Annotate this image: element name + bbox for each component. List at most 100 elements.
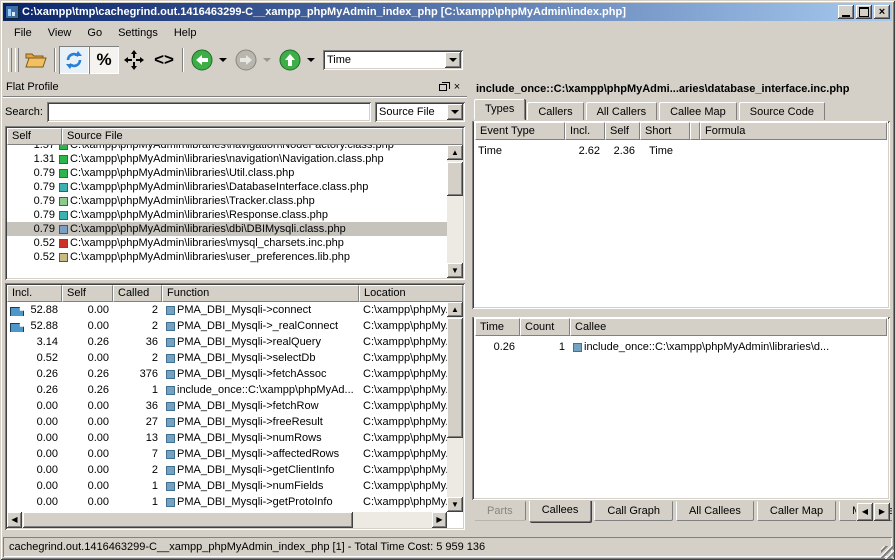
table-row[interactable]: 0.000.002PMA_DBI_Mysqli->getClientInfoC:…: [7, 462, 447, 478]
scroll-up-icon[interactable]: ▲: [447, 145, 463, 160]
table-row[interactable]: 0.000.0013PMA_DBI_Mysqli->numRowsC:\xamp…: [7, 430, 447, 446]
table-row[interactable]: 0.261include_once::C:\xampp\phpMyAdmin\l…: [474, 339, 888, 355]
horizontal-scrollbar[interactable]: ◀ ▶: [7, 512, 447, 528]
scrollbar-thumb[interactable]: [447, 318, 463, 438]
grouping-combo[interactable]: Source File: [375, 102, 465, 122]
up-button[interactable]: [275, 46, 305, 74]
resize-grip[interactable]: [881, 546, 894, 559]
column-header-function[interactable]: Function: [162, 285, 359, 302]
column-header-location[interactable]: Location: [359, 285, 463, 302]
table-row[interactable]: 0.000.0027PMA_DBI_Mysqli->freeResultC:\x…: [7, 414, 447, 430]
tab-callees[interactable]: Callees: [529, 501, 592, 522]
table-row[interactable]: 3.140.2636PMA_DBI_Mysqli->realQueryC:\xa…: [7, 334, 447, 350]
back-dropdown-icon[interactable]: [219, 58, 227, 62]
table-row[interactable]: 0.000.007PMA_DBI_Mysqli->affectedRowsC:\…: [7, 446, 447, 462]
table-row[interactable]: 1.31C:\xampp\phpMyAdmin\libraries\naviga…: [7, 152, 447, 166]
percent-toggle-button[interactable]: %: [89, 46, 119, 74]
tab-callers[interactable]: Callers: [527, 102, 583, 120]
event-type-combo[interactable]: Time: [323, 50, 463, 70]
table-row[interactable]: 0.79C:\xampp\phpMyAdmin\libraries\Tracke…: [7, 194, 447, 208]
menu-item-settings[interactable]: Settings: [111, 25, 165, 41]
column-header-spacer[interactable]: [690, 122, 700, 140]
tab-callee-map[interactable]: Callee Map: [659, 102, 737, 120]
table-row[interactable]: 0.000.001PMA_DBI_Mysqli->getProtoInfoC:\…: [7, 494, 447, 510]
table-row[interactable]: 0.52C:\xampp\phpMyAdmin\libraries\mysql_…: [7, 236, 447, 250]
dock-title-bar[interactable]: Flat Profile ×: [3, 79, 467, 95]
back-button[interactable]: [187, 46, 217, 74]
maximize-button[interactable]: [856, 5, 872, 19]
scroll-right-icon[interactable]: ▶: [432, 512, 447, 528]
table-row[interactable]: 0.000.001PMA_DBI_Mysqli->numFieldsC:\xam…: [7, 478, 447, 494]
scroll-down-icon[interactable]: ▼: [447, 263, 463, 278]
vertical-scrollbar[interactable]: ▲ ▼: [447, 145, 463, 278]
open-file-button[interactable]: [21, 46, 51, 74]
tab-scroll-right-icon[interactable]: ▶: [874, 503, 890, 521]
menu-item-file[interactable]: File: [7, 25, 39, 41]
cell-location: C:\xampp\phpMy...: [359, 368, 447, 380]
table-row[interactable]: Time2.622.36Time: [474, 143, 888, 159]
scroll-left-icon[interactable]: ◀: [7, 512, 22, 528]
tab-all-callees[interactable]: All Callees: [676, 501, 754, 521]
table-row[interactable]: 0.260.26376PMA_DBI_Mysqli->fetchAssocC:\…: [7, 366, 447, 382]
column-header-self[interactable]: Self: [62, 285, 113, 302]
column-header-short[interactable]: Short: [640, 122, 690, 140]
menu-item-view[interactable]: View: [41, 25, 79, 41]
column-header-incl[interactable]: Incl.: [7, 285, 62, 302]
table-row[interactable]: 52.880.002PMA_DBI_Mysqli->connectC:\xamp…: [7, 302, 447, 318]
table-row[interactable]: 0.79C:\xampp\phpMyAdmin\libraries\Respon…: [7, 208, 447, 222]
vertical-scrollbar[interactable]: ▲ ▼: [447, 302, 463, 512]
toolbar-grip[interactable]: [8, 48, 12, 72]
cell-source-file: C:\xampp\phpMyAdmin\libraries\Response.c…: [70, 209, 328, 221]
toolbar-grip[interactable]: [15, 48, 19, 72]
column-header-self[interactable]: Self: [605, 122, 640, 140]
scrollbar-thumb[interactable]: [23, 512, 353, 528]
close-button[interactable]: ×: [874, 5, 890, 19]
forward-dropdown-icon[interactable]: [263, 58, 271, 62]
table-row[interactable]: 0.520.002PMA_DBI_Mysqli->selectDbC:\xamp…: [7, 350, 447, 366]
tab-call-graph[interactable]: Call Graph: [594, 501, 673, 521]
float-dock-icon[interactable]: [436, 81, 450, 94]
up-dropdown-icon[interactable]: [307, 58, 315, 62]
column-header-called[interactable]: Called: [113, 285, 162, 302]
tab-source-code[interactable]: Source Code: [739, 102, 825, 120]
menu-item-help[interactable]: Help: [167, 25, 204, 41]
cycle-detection-button[interactable]: <>: [149, 46, 179, 74]
reload-button[interactable]: [59, 46, 89, 74]
table-row[interactable]: 0.79C:\xampp\phpMyAdmin\libraries\Util.c…: [7, 166, 447, 180]
close-dock-icon[interactable]: ×: [450, 81, 464, 94]
scroll-up-icon[interactable]: ▲: [447, 302, 463, 317]
table-row[interactable]: 1.57C:\xampp\phpMyAdmin\libraries\naviga…: [7, 145, 447, 152]
tab-parts[interactable]: Parts: [474, 501, 526, 521]
tab-all-callers[interactable]: All Callers: [586, 102, 658, 120]
function-icon: [166, 482, 175, 491]
column-header-formula[interactable]: Formula: [700, 122, 887, 140]
tab-caller-map[interactable]: Caller Map: [757, 501, 836, 521]
column-header-callee[interactable]: Callee: [570, 318, 887, 336]
table-row[interactable]: 0.52C:\xampp\phpMyAdmin\libraries\user_p…: [7, 250, 447, 264]
chevron-down-icon[interactable]: [445, 52, 461, 68]
search-input[interactable]: [47, 102, 371, 122]
table-row[interactable]: 0.000.0036PMA_DBI_Mysqli->fetchRowC:\xam…: [7, 398, 447, 414]
function-icon: [166, 402, 175, 411]
column-header-count[interactable]: Count: [520, 318, 570, 336]
scroll-down-icon[interactable]: ▼: [447, 497, 463, 512]
table-row[interactable]: 0.79C:\xampp\phpMyAdmin\libraries\Databa…: [7, 180, 447, 194]
table-row[interactable]: 52.880.002PMA_DBI_Mysqli->_realConnectC:…: [7, 318, 447, 334]
minimize-button[interactable]: [838, 5, 854, 19]
menu-item-go[interactable]: Go: [80, 25, 109, 41]
title-bar[interactable]: C:\xampp\tmp\cachegrind.out.1416463299-C…: [3, 3, 892, 21]
forward-button[interactable]: [231, 46, 261, 74]
chevron-down-icon[interactable]: [447, 104, 463, 120]
table-row[interactable]: 0.260.261include_once::C:\xampp\phpMyAd.…: [7, 382, 447, 398]
column-header-self[interactable]: Self: [7, 128, 62, 145]
column-header-source-file[interactable]: Source File: [62, 128, 463, 145]
column-header-eventtype[interactable]: Event Type: [475, 122, 565, 140]
column-header-time[interactable]: Time: [475, 318, 520, 336]
tab-types[interactable]: Types: [474, 99, 525, 120]
table-row[interactable]: 0.79C:\xampp\phpMyAdmin\libraries\dbi\DB…: [7, 222, 447, 236]
scrollbar-thumb[interactable]: [447, 162, 463, 196]
expand-cost-button[interactable]: [119, 46, 149, 74]
tab-scroll-left-icon[interactable]: ◀: [857, 503, 873, 521]
splitter-handle[interactable]: [470, 309, 892, 315]
column-header-incl[interactable]: Incl.: [565, 122, 605, 140]
